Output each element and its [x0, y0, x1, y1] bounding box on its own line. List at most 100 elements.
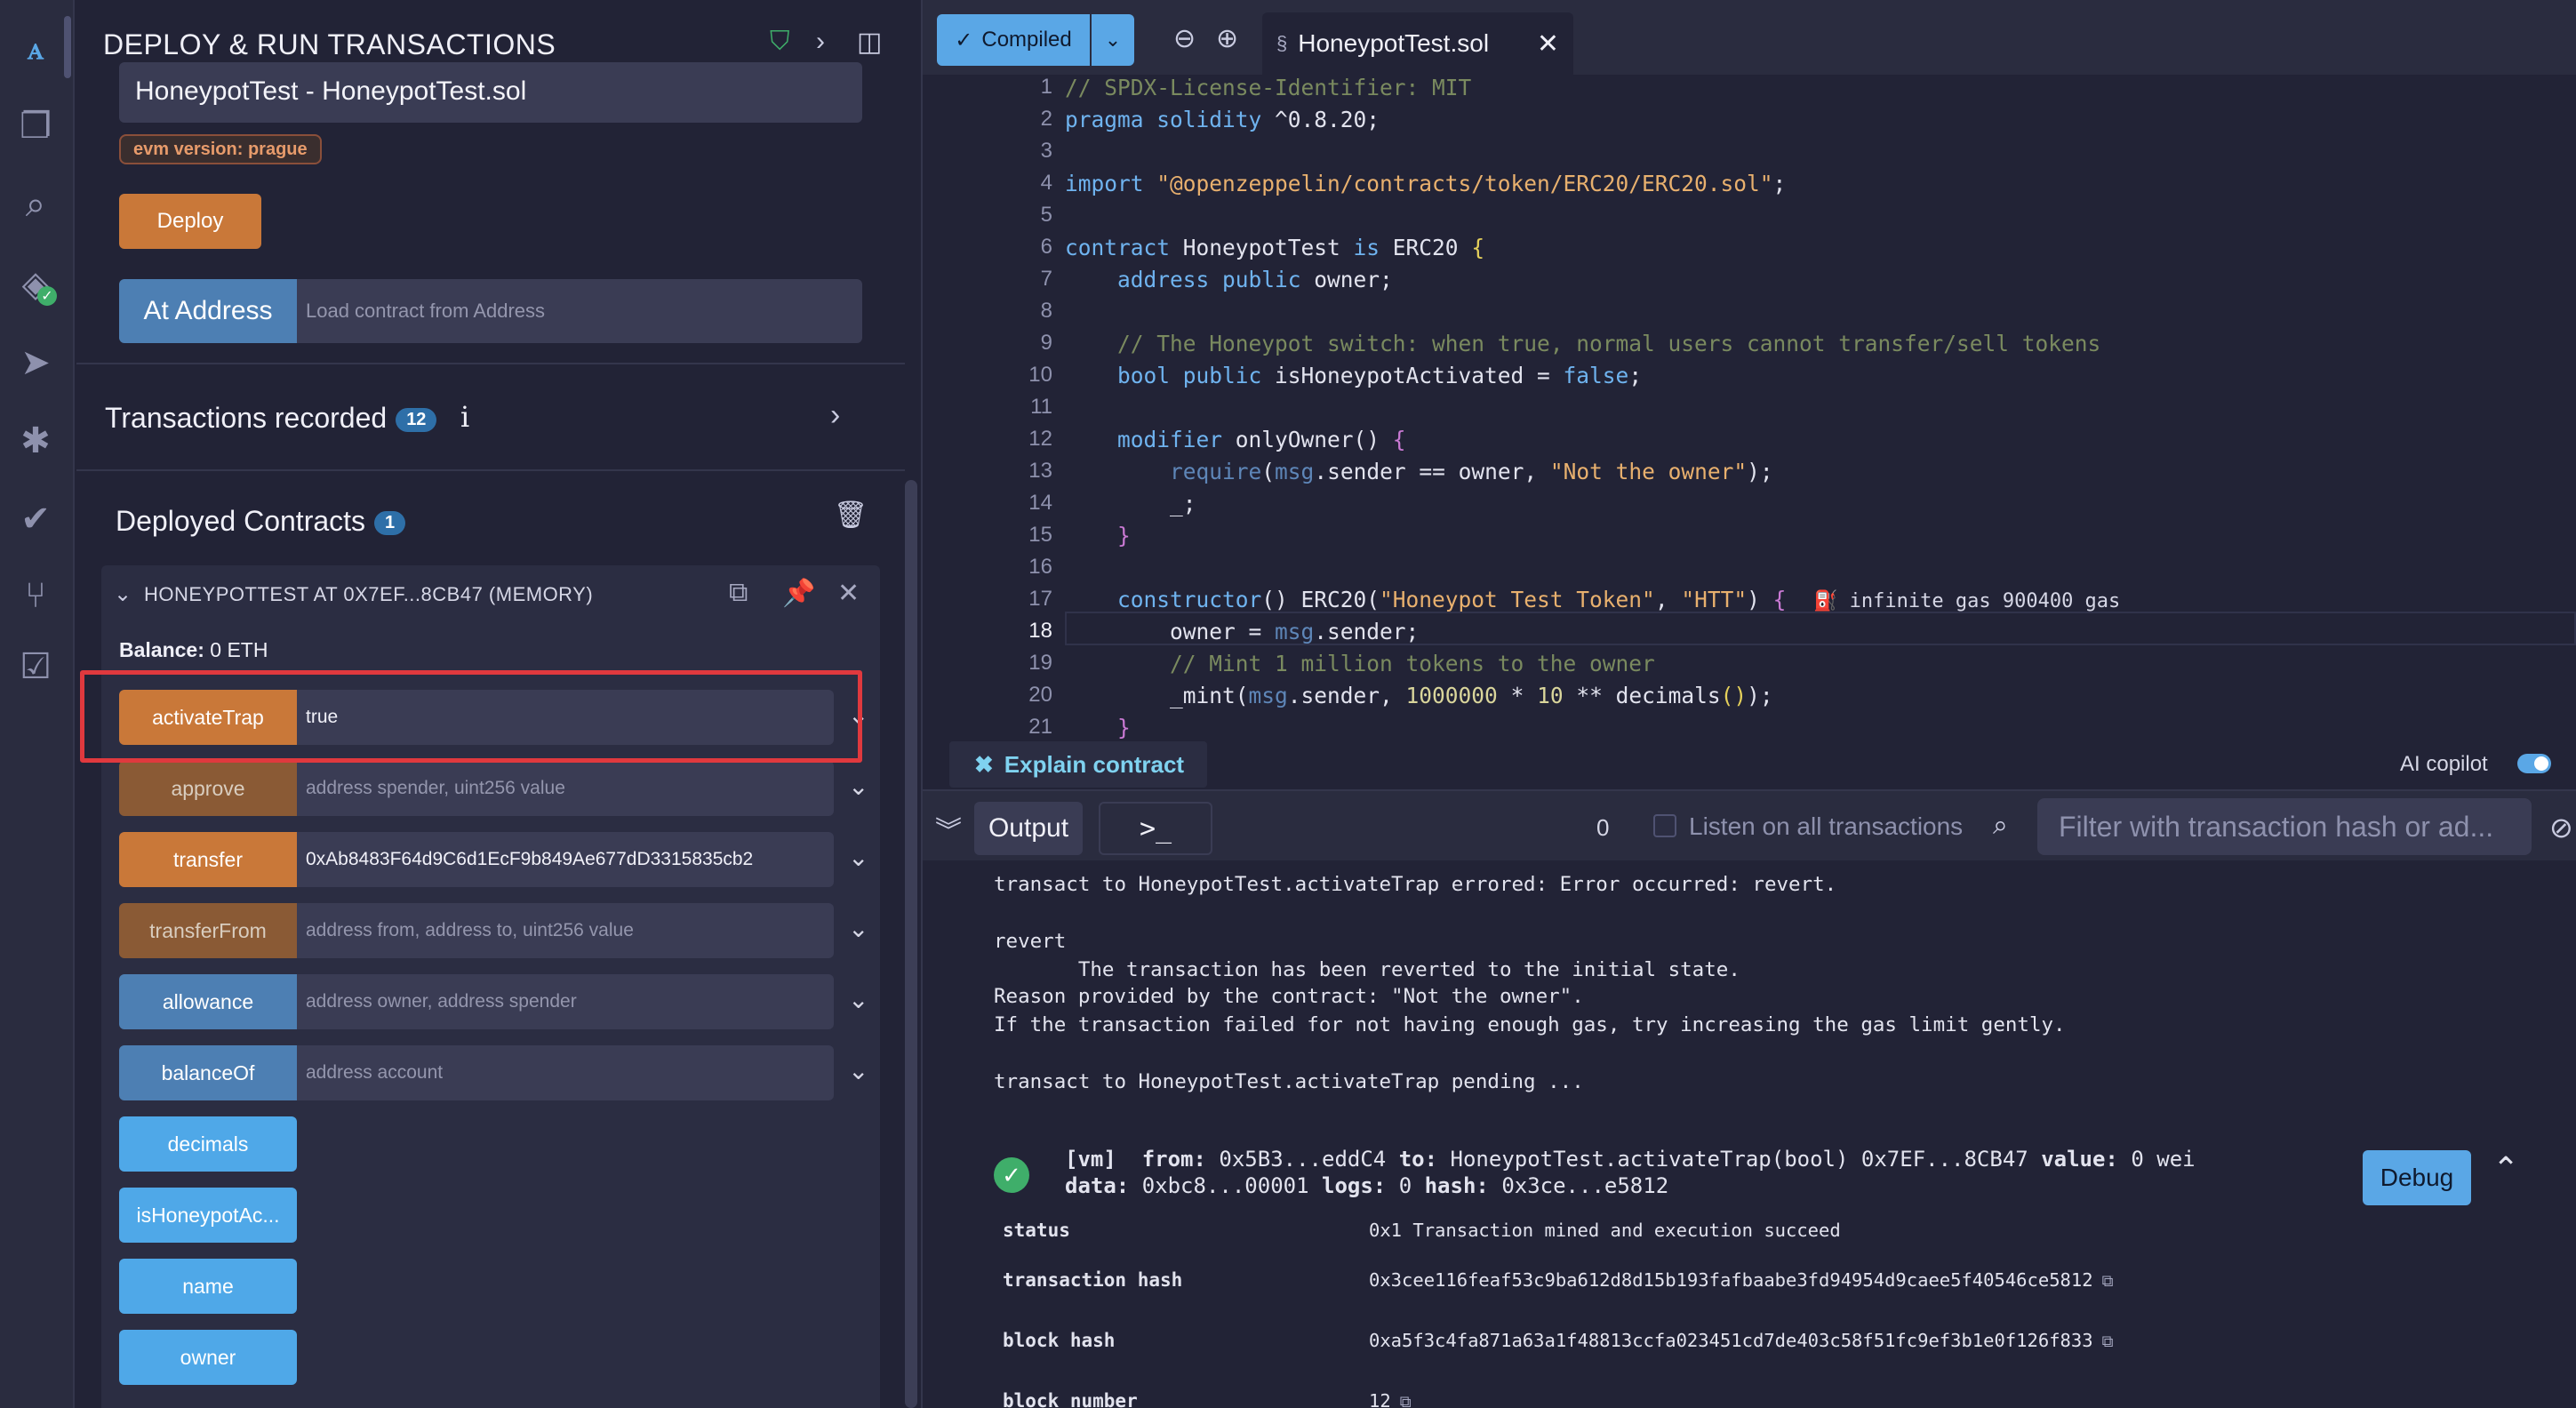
balanceof-input[interactable]: address account	[297, 1045, 834, 1100]
chevron-down-icon[interactable]: ⌄	[848, 1056, 868, 1085]
vm-tx-summary-2[interactable]: data: 0xbc8...00001 logs: 0 hash: 0x3ce.…	[1065, 1173, 1668, 1198]
transactions-recorded-header[interactable]: Transactions recorded 12	[105, 402, 437, 435]
code-line-current: owner = msg.sender;	[1065, 619, 1420, 644]
transferfrom-button[interactable]: transferFrom	[119, 903, 297, 958]
balance-label: Balance:	[119, 638, 204, 661]
vm-tx-summary[interactable]: [vm] from: 0x5B3...eddC4 to: HoneypotTes…	[1065, 1147, 2196, 1172]
approve-input[interactable]: address spender, uint256 value	[297, 761, 834, 816]
transfer-input[interactable]: 0xAb8483F64d9C6d1EcF9b849Ae677dD3315835c…	[297, 832, 834, 887]
allowance-button[interactable]: allowance	[119, 974, 297, 1029]
name-button[interactable]: name	[119, 1259, 297, 1314]
remix-logo-icon[interactable]: ꭺ	[9, 21, 62, 75]
panel-scrollbar[interactable]	[905, 480, 917, 1408]
compiled-button[interactable]: ✓ Compiled	[937, 14, 1090, 66]
panel-title: DEPLOY & RUN TRANSACTIONS	[103, 28, 556, 60]
close-icon[interactable]: ✕	[837, 578, 860, 609]
copy-icon[interactable]: ⧉	[2102, 1272, 2114, 1291]
log-line: transact to HoneypotTest.activateTrap pe…	[994, 1070, 1584, 1093]
detail-key-block-number: block number	[1003, 1390, 1138, 1408]
log-line: revert	[994, 930, 1067, 953]
success-check-icon: ✓	[994, 1157, 1029, 1193]
search-icon[interactable]: ⌕	[9, 178, 62, 231]
detail-key-block-hash: block hash	[1003, 1330, 1116, 1351]
pin-icon[interactable]: 📌	[782, 578, 815, 609]
copy-icon[interactable]: ⧉	[1400, 1393, 1412, 1408]
line-number: 8	[1040, 299, 1052, 323]
file-tab[interactable]: § HoneypotTest.sol ✕	[1262, 12, 1573, 75]
file-explorer-icon[interactable]: ❐	[9, 100, 62, 153]
chevron-right-icon[interactable]: ›	[830, 398, 840, 433]
chevron-down-icon[interactable]: ⌄	[848, 843, 868, 872]
compile-dropdown-button[interactable]: ⌄	[1092, 14, 1134, 66]
panel-layout-icon[interactable]: ◫	[857, 27, 882, 58]
transfer-button[interactable]: transfer	[119, 832, 297, 887]
deployed-contracts-title: Deployed Contracts 1	[116, 505, 406, 538]
gas-pump-icon: ⛽	[1813, 590, 1838, 612]
icon-rail: ꭺ ❐ ⌕ ◈ ✓ ➤ ✱ ✔ ⑂ ☑	[0, 0, 75, 1408]
transactions-count-badge: 12	[396, 408, 437, 433]
ishoneypotactivated-button[interactable]: isHoneypotAc...	[119, 1188, 297, 1243]
instance-balance: Balance: 0 ETH	[119, 638, 268, 662]
contract-instance: ⌄ HONEYPOTTEST AT 0X7EF...8CB47 (MEMORY)…	[101, 565, 880, 1408]
contract-select[interactable]: HoneypotTest - HoneypotTest.sol	[119, 62, 862, 123]
log-line: If the transaction failed for not having…	[994, 1013, 2066, 1036]
solidity-compiler-icon[interactable]: ◈ ✓	[9, 258, 62, 311]
gas-estimate-label: infinite gas 900400 gas	[1849, 590, 2121, 612]
owner-button[interactable]: owner	[119, 1330, 297, 1385]
code-line: // Mint 1 million tokens to the owner	[1170, 651, 1655, 676]
chevron-down-icon[interactable]: ⌄	[848, 914, 868, 943]
shield-icon[interactable]: ⛉	[770, 27, 790, 57]
close-icon[interactable]: ✕	[1537, 28, 1559, 60]
chevron-down-icon[interactable]: ⌄	[114, 581, 132, 607]
debugger-icon[interactable]: ✱	[9, 414, 62, 468]
code-editor[interactable]: 1 2 3 4 5 6 7 8 9 10 11 12 13 14 15 16 1…	[923, 75, 2576, 740]
code-line: pragma solidity ^0.8.20;	[1065, 107, 1380, 132]
chevron-right-icon[interactable]: ›	[816, 27, 825, 57]
terminal-shell-tab[interactable]: >_	[1099, 802, 1212, 855]
listen-all-checkbox[interactable]	[1653, 814, 1676, 837]
allowance-input[interactable]: address owner, address spender	[297, 974, 834, 1029]
line-number: 10	[1028, 363, 1052, 387]
instance-header[interactable]: ⌄ HONEYPOTTEST AT 0X7EF...8CB47 (MEMORY)…	[101, 565, 880, 626]
trash-icon[interactable]: 🗑	[834, 500, 868, 531]
code-line: bool public isHoneypotActivated = false;	[1117, 363, 1643, 388]
ai-copilot-toggle[interactable]	[2517, 754, 2551, 773]
code-line: _;	[1065, 491, 1196, 516]
verification-icon[interactable]: ☑	[9, 640, 62, 693]
deploy-button[interactable]: Deploy	[119, 194, 261, 249]
debug-button[interactable]: Debug	[2363, 1150, 2471, 1205]
activatetrap-button[interactable]: activateTrap	[119, 690, 297, 745]
balanceof-button[interactable]: balanceOf	[119, 1045, 297, 1100]
chevron-double-down-icon[interactable]: ︾	[935, 809, 962, 848]
transaction-filter-input[interactable]	[2037, 798, 2532, 855]
line-number: 11	[1030, 395, 1052, 419]
zoom-out-icon[interactable]: ⊖	[1173, 23, 1196, 54]
info-icon[interactable]: i	[460, 400, 469, 434]
unit-testing-icon[interactable]: ✔	[9, 492, 62, 546]
copy-icon[interactable]: ⧉	[729, 578, 748, 608]
git-icon[interactable]: ⑂	[9, 569, 62, 622]
code-line: // The Honeypot switch: when true, norma…	[1117, 331, 2101, 356]
clear-console-icon[interactable]: ⊘	[2549, 811, 2573, 844]
chevron-up-icon[interactable]: ⌃	[2492, 1150, 2519, 1188]
approve-button[interactable]: approve	[119, 761, 297, 816]
chevron-down-icon[interactable]: ⌄	[848, 700, 868, 730]
decimals-button[interactable]: decimals	[119, 1116, 297, 1172]
code-line: constructor() ERC20("Honeypot Test Token…	[1117, 587, 1787, 612]
divider	[76, 469, 905, 471]
deploy-run-icon[interactable]: ➤	[9, 336, 62, 389]
divider	[76, 363, 905, 364]
code-line: }	[1117, 715, 1131, 740]
transferfrom-input[interactable]: address from, address to, uint256 value	[297, 903, 834, 958]
output-tab[interactable]: Output	[974, 802, 1083, 855]
explain-contract-button[interactable]: ✖ Explain contract	[949, 741, 1207, 788]
copy-icon[interactable]: ⧉	[2102, 1332, 2114, 1351]
zoom-in-icon[interactable]: ⊕	[1216, 23, 1238, 54]
explain-contract-label: Explain contract	[1004, 750, 1185, 778]
chevron-down-icon[interactable]: ⌄	[848, 985, 868, 1014]
compiled-check-icon: ✓	[37, 286, 57, 306]
activatetrap-input[interactable]: true	[297, 690, 834, 745]
at-address-input[interactable]	[297, 279, 862, 343]
chevron-down-icon[interactable]: ⌄	[848, 772, 868, 801]
at-address-button[interactable]: At Address	[119, 279, 297, 343]
